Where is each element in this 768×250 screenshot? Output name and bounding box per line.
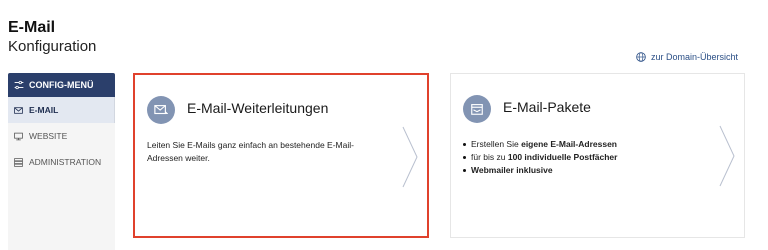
server-icon bbox=[14, 157, 23, 167]
config-menu-label: CONFIG-MENÜ bbox=[29, 80, 94, 90]
sidebar-item-email[interactable]: E-MAIL bbox=[8, 97, 115, 123]
globe-icon bbox=[636, 52, 646, 62]
card-title: E-Mail-Weiterleitungen bbox=[187, 100, 329, 116]
sliders-icon bbox=[14, 80, 24, 90]
card-icon-circle bbox=[147, 96, 175, 124]
feature-prefix: Erstellen Sie bbox=[471, 139, 522, 149]
sidebar-item-label: E-MAIL bbox=[29, 105, 59, 115]
card-icon-circle bbox=[463, 95, 491, 123]
domain-overview-label: zur Domain-Übersicht bbox=[651, 52, 739, 62]
feature-item: Erstellen Sie eigene E-Mail-Adressen bbox=[463, 138, 703, 151]
chevron-right-icon bbox=[719, 125, 735, 187]
sidebar-item-label: WEBSITE bbox=[29, 131, 68, 141]
sidebar-item-administration[interactable]: ADMINISTRATION bbox=[8, 149, 115, 175]
feature-highlight: Webmailer inklusive bbox=[471, 165, 553, 175]
config-menu-header[interactable]: CONFIG-MENÜ bbox=[8, 73, 115, 97]
config-sidebar: CONFIG-MENÜ E-MAIL WEBSITE ADMINISTRATIO… bbox=[8, 73, 115, 250]
mail-forward-icon bbox=[154, 105, 168, 115]
feature-highlight: 100 individuelle Postfächer bbox=[507, 152, 618, 162]
feature-highlight: eigene E-Mail-Adressen bbox=[521, 139, 617, 149]
card-description: Leiten Sie E-Mails ganz einfach an beste… bbox=[147, 140, 354, 163]
feature-prefix: für bis zu bbox=[471, 152, 508, 162]
mail-package-icon bbox=[471, 104, 483, 115]
email-packages-card[interactable]: E-Mail-Pakete Erstellen Sie eigene E-Mai… bbox=[450, 73, 745, 238]
feature-item: Webmailer inklusive bbox=[463, 164, 703, 177]
page-subtitle: Konfiguration bbox=[8, 38, 97, 55]
sidebar-item-website[interactable]: WEBSITE bbox=[8, 123, 115, 149]
feature-item: für bis zu 100 individuelle Postfächer bbox=[463, 151, 703, 164]
page-title: E-Mail bbox=[8, 19, 56, 36]
mail-icon bbox=[14, 106, 23, 114]
card-title: E-Mail-Pakete bbox=[503, 99, 591, 115]
email-forwarding-card[interactable]: E-Mail-Weiterleitungen Leiten Sie E-Mail… bbox=[133, 73, 429, 238]
domain-overview-link[interactable]: zur Domain-Übersicht bbox=[636, 52, 738, 62]
monitor-icon bbox=[14, 132, 23, 140]
card-feature-list: Erstellen Sie eigene E-Mail-Adressen für… bbox=[463, 138, 703, 177]
sidebar-item-label: ADMINISTRATION bbox=[29, 157, 102, 167]
chevron-right-icon bbox=[402, 126, 418, 188]
